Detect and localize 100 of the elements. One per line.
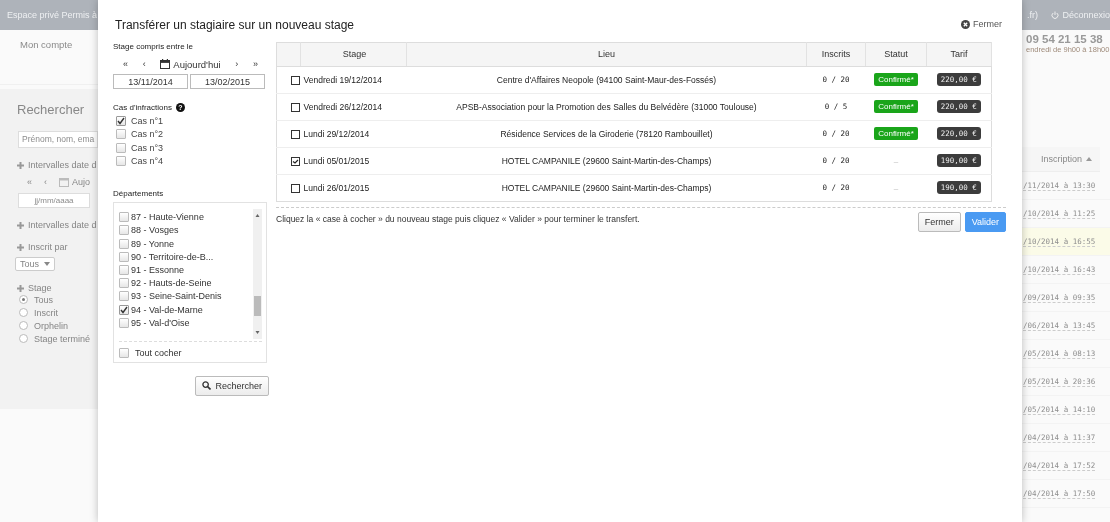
radio-button[interactable] [19, 295, 28, 304]
checkbox[interactable] [119, 238, 129, 249]
column-header: Statut [865, 42, 927, 66]
checkbox[interactable] [290, 156, 300, 166]
dialog-title: Transférer un stagiaire sur un nouveau stage [115, 17, 355, 32]
checkbox-label: 93 - Seine-Saint-Denis [131, 291, 222, 302]
radio-button[interactable] [19, 321, 28, 330]
radio-label: Stage terminé [34, 333, 91, 344]
nav-arrow[interactable]: ‹ [44, 177, 47, 187]
checkbox-label: 91 - Essonne [131, 265, 185, 276]
table-cell: HOTEL CAMPANILE (29600 Saint-Martin-des-Champs) [406, 174, 807, 201]
checkbox[interactable] [290, 102, 300, 112]
close-link[interactable]: Fermer [961, 19, 1002, 29]
checkbox-label: Cas n°4 [131, 156, 164, 167]
nav-link[interactable]: Mon compte [20, 39, 73, 50]
panel-title: Rechercher [17, 102, 86, 117]
radio-button[interactable] [19, 308, 28, 317]
table-cell: Centre d'Affaires Neopole (94100 Saint-Maur-des-Fossés) [406, 66, 807, 93]
search-field[interactable]: Prénom, nom, ema [18, 131, 98, 148]
section-label: Cas d'infractions [113, 102, 172, 112]
column-header: Stage [300, 42, 407, 66]
status-badge: Confirmé* [874, 73, 918, 86]
sort-icon [1086, 157, 1093, 161]
search-icon [202, 381, 212, 391]
checkbox[interactable] [119, 212, 129, 223]
table-cell: HOTEL CAMPANILE (29600 Saint-Martin-des-Champs) [406, 147, 807, 174]
select-field[interactable]: Tous [15, 257, 55, 271]
checkbox[interactable] [116, 156, 126, 167]
phone-number: 09 54 21 15 38 [1026, 33, 1104, 45]
date-field[interactable]: jj/mm/aaaa [18, 193, 90, 208]
checkbox-label: Cas n°3 [131, 142, 164, 153]
logout-link[interactable]: Déconnexio [1051, 10, 1110, 20]
nav-arrow[interactable]: « [27, 177, 32, 187]
status-empty: – [893, 183, 899, 193]
checkbox[interactable] [119, 291, 129, 302]
checkbox[interactable] [119, 225, 129, 236]
checkbox-label: Cas n°1 [131, 116, 164, 127]
checkbox[interactable] [290, 129, 300, 139]
column-header: Lieu [406, 42, 807, 66]
status-empty: – [893, 156, 899, 166]
checkbox-label: 87 - Haute-Vienne [131, 212, 204, 223]
today-link[interactable]: Aujourd'hui [160, 58, 221, 70]
power-icon [1051, 11, 1060, 19]
filter-label[interactable]: Intervalles date d [28, 160, 97, 170]
checkbox-label: Tout cocher [135, 347, 182, 358]
checkbox-label: 89 - Yonne [131, 238, 175, 249]
filter-label[interactable]: Stage [28, 283, 52, 293]
plus-icon [17, 243, 24, 251]
checkbox-label: 95 - Val-d'Oise [131, 317, 190, 328]
nav-arrow[interactable]: « [123, 59, 128, 69]
filter-label[interactable]: Inscrit par [28, 242, 68, 252]
plus-icon [17, 221, 24, 229]
column-header: Tarif [926, 42, 992, 66]
section-label: Départements [113, 188, 165, 198]
plus-icon [17, 161, 24, 169]
close-button[interactable]: Fermer [917, 211, 961, 232]
scrollbar[interactable] [253, 208, 262, 339]
table-cell: Lundi 26/01/2015 [300, 174, 407, 201]
radio-label: Tous [34, 294, 53, 305]
plus-icon [17, 284, 24, 292]
radio-button[interactable] [19, 334, 28, 343]
checkbox[interactable] [119, 251, 129, 262]
checkbox-label: 90 - Territoire-de-B... [131, 251, 214, 262]
calendar-icon [160, 59, 171, 69]
checkbox[interactable] [119, 265, 129, 276]
caret-icon [44, 262, 50, 266]
checkbox[interactable] [116, 129, 126, 140]
table-cell: Vendredi 19/12/2014 [300, 66, 407, 93]
date-field[interactable]: 13/02/2015 [190, 73, 265, 89]
nav-arrow[interactable]: › [235, 59, 239, 69]
nav-arrow[interactable]: » [252, 59, 258, 69]
checkbox[interactable] [119, 347, 129, 358]
close-icon [961, 19, 970, 29]
checkbox[interactable] [116, 116, 126, 127]
table-cell: Résidence Services de la Giroderie (78120 Rambouillet) [406, 120, 807, 147]
checkbox-label: 88 - Vosges [131, 225, 179, 236]
date-field[interactable]: 13/11/2014 [113, 73, 188, 89]
checkbox-label: 94 - Val-de-Marne [131, 304, 203, 315]
search-button[interactable]: Rechercher [195, 375, 269, 396]
nav-arrow[interactable]: ‹ [142, 59, 146, 69]
calendar-icon [59, 177, 69, 187]
column-header: Inscrits [806, 42, 866, 66]
checkbox[interactable] [116, 142, 126, 153]
filter-label[interactable]: Intervalles date d [28, 220, 97, 230]
radio-label: Inscrit [34, 307, 58, 318]
checkbox-label: 92 - Hauts-de-Seine [131, 278, 212, 289]
checkbox[interactable] [119, 317, 129, 328]
checkbox[interactable] [119, 278, 129, 289]
instruction-text: Cliquez la « case à cocher » du nouveau stage puis cliquez « Valider » pour terminer le transfert. [276, 213, 640, 226]
status-badge: Confirmé* [874, 100, 918, 113]
validate-button[interactable]: Valider [964, 211, 1006, 232]
today-link[interactable]: Aujo [72, 177, 91, 187]
checkbox[interactable] [290, 183, 300, 193]
checkbox[interactable] [290, 75, 300, 85]
checkbox[interactable] [119, 304, 129, 315]
status-badge: Confirmé* [874, 127, 918, 140]
period-label: Stage compris entre le [113, 41, 195, 51]
table-cell: APSB-Association pour la Promotion des Salles du Belvédère (31000 Toulouse) [406, 93, 807, 120]
table-cell: Lundi 29/12/2014 [300, 120, 407, 147]
table-cell: Vendredi 26/12/2014 [300, 93, 407, 120]
